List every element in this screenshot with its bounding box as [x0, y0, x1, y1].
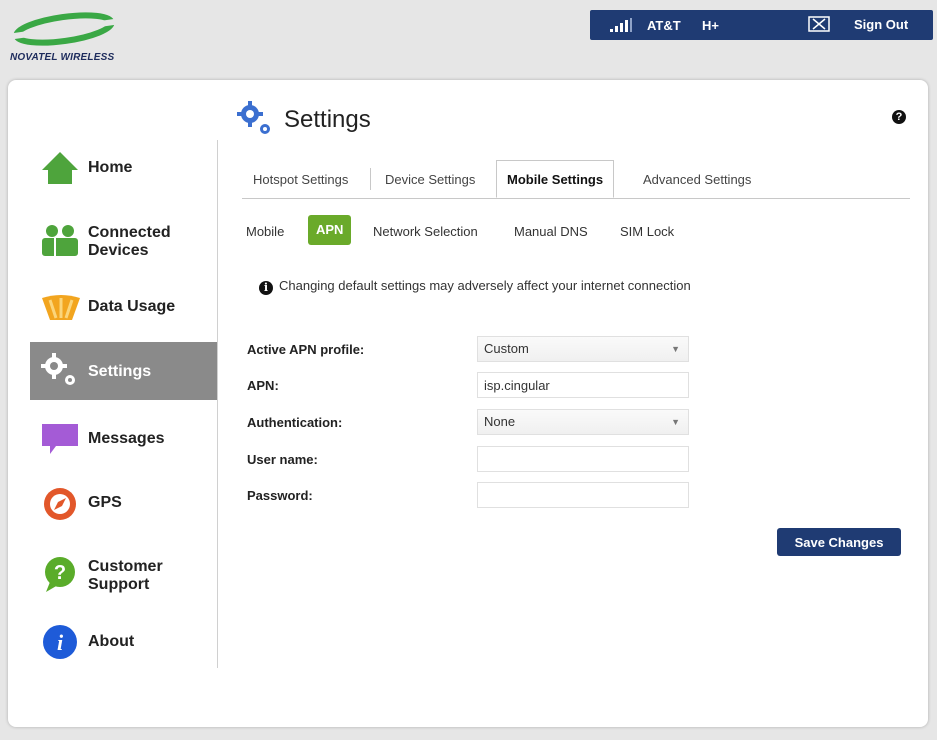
authentication-select[interactable]: None ▼	[477, 409, 689, 435]
authentication-label: Authentication:	[247, 415, 343, 430]
compass-icon	[44, 488, 76, 520]
subtab-network-selection[interactable]: Network Selection	[373, 224, 478, 239]
active-apn-profile-select[interactable]: Custom ▼	[477, 336, 689, 362]
tab-hotspot-settings[interactable]: Hotspot Settings	[253, 172, 348, 187]
sign-out-link[interactable]: Sign Out	[854, 17, 908, 32]
sidebar-item-messages[interactable]: Messages	[30, 416, 217, 460]
sidebar-item-label: Connected Devices	[88, 224, 171, 259]
sidebar-item-label: Messages	[88, 430, 165, 447]
warning-message: i Changing default settings may adversely…	[259, 278, 691, 295]
help-icon[interactable]: ?	[892, 110, 906, 124]
house-icon	[42, 152, 78, 184]
signal-strength-icon	[610, 18, 632, 32]
settings-title-icon	[237, 101, 270, 134]
warning-text: Changing default settings may adversely …	[279, 278, 691, 293]
sidebar-item-data-usage[interactable]: Data Usage	[30, 286, 217, 328]
tab-divider	[370, 168, 371, 190]
envelope-icon[interactable]	[808, 16, 830, 32]
user-name-label: User name:	[247, 452, 318, 467]
main-panel: Home Connected Devices Data Usage Settin…	[8, 80, 928, 727]
apn-input[interactable]	[477, 372, 689, 398]
gears-icon	[41, 353, 75, 385]
info-icon: i	[43, 625, 77, 659]
subtab-sim-lock[interactable]: SIM Lock	[620, 224, 674, 239]
logo-text: NOVATEL WIRELESS	[10, 52, 115, 63]
sidebar-item-home[interactable]: Home	[30, 146, 217, 190]
tab-mobile-settings[interactable]: Mobile Settings	[496, 160, 615, 198]
info-circle-icon: i	[259, 281, 273, 295]
active-apn-profile-label: Active APN profile:	[247, 342, 365, 357]
gauge-icon	[42, 295, 80, 320]
dropdown-arrow-icon: ▼	[671, 417, 680, 427]
subtab-apn[interactable]: APN	[308, 215, 352, 245]
question-bubble-icon: ?	[45, 557, 75, 592]
sidebar-item-settings[interactable]: Settings	[30, 342, 217, 400]
sidebar-item-gps[interactable]: GPS	[30, 482, 217, 526]
svg-text:?: ?	[54, 562, 66, 584]
sidebar-item-label: Data Usage	[88, 298, 176, 315]
sidebar-divider	[217, 140, 218, 668]
sidebar-item-label: GPS	[88, 494, 122, 511]
speech-bubble-icon	[42, 424, 78, 454]
sidebar-item-about[interactable]: i About	[30, 620, 217, 664]
apn-label: APN:	[247, 378, 279, 393]
user-name-input[interactable]	[477, 446, 689, 472]
active-apn-profile-value: Custom	[484, 341, 529, 356]
subtab-manual-dns[interactable]: Manual DNS	[514, 224, 588, 239]
sidebar-item-connected-devices[interactable]: Connected Devices	[30, 216, 217, 266]
authentication-value: None	[484, 414, 516, 429]
sidebar-item-label: About	[88, 633, 135, 650]
password-label: Password:	[247, 488, 313, 503]
network-type: H+	[702, 18, 719, 33]
password-input[interactable]	[477, 482, 689, 508]
novatel-logo: NOVATEL WIRELESS	[8, 10, 128, 66]
connected-devices-icon	[42, 225, 78, 256]
sidebar-item-label: Settings	[88, 363, 152, 380]
dropdown-arrow-icon: ▼	[671, 344, 680, 354]
svg-text:i: i	[57, 630, 64, 655]
sidebar-item-customer-support[interactable]: ? Customer Support	[30, 548, 217, 600]
tab-device-settings[interactable]: Device Settings	[385, 172, 475, 187]
save-changes-button[interactable]: Save Changes	[777, 528, 901, 556]
subtab-mobile[interactable]: Mobile	[246, 224, 284, 239]
status-bar: AT&T H+ Sign Out	[590, 10, 933, 40]
logo-swoosh-icon	[12, 12, 122, 46]
sidebar-item-label: Home	[88, 159, 133, 176]
carrier-name: AT&T	[647, 18, 681, 33]
tab-advanced-settings[interactable]: Advanced Settings	[643, 172, 751, 187]
page-title: Settings	[284, 106, 371, 133]
sidebar-item-label: Customer Support	[88, 558, 163, 593]
